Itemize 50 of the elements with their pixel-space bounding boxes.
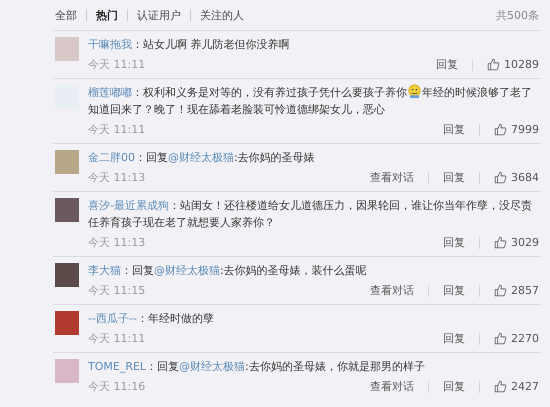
smiley-icon [407,84,422,99]
thumbs-up-icon [494,236,507,249]
view-conversation-link[interactable]: 查看对话 [370,283,414,298]
avatar-placeholder [55,311,79,335]
avatar-placeholder [55,150,79,174]
reply-link[interactable]: 回复 [443,235,465,250]
reply-link[interactable]: 回复 [436,57,458,72]
reply-link[interactable]: 回复 [443,170,465,185]
comment-text: 李大猫：回复@财经太极猫:去你妈的圣母婊，装什么蛋呢 [88,263,368,279]
comment-text: --西瓜子--：年经时做的孽 [88,311,215,327]
avatar-placeholder [55,198,79,222]
avatar-placeholder [55,359,79,383]
reply-link[interactable]: 回复 [443,283,465,298]
like-button[interactable]: 3684 [494,171,539,184]
filter-tab[interactable]: 关注的人 [200,8,244,22]
like-button[interactable]: 7999 [494,123,539,136]
filter-tab[interactable]: 热门 [96,8,118,22]
view-conversation-link[interactable]: 查看对话 [370,379,414,394]
comment-time: 今天 11:11 [88,57,146,72]
like-button[interactable]: 2270 [494,332,539,345]
comment-text: 干嘛拖我：站女儿啊 养儿防老但你没养啊 [88,37,290,53]
comment-text: TOME_REL：回复@财经太极猫:去你妈的圣母婊，你就是那男的样子 [88,359,426,375]
thumbs-up-icon [494,171,507,184]
thumbs-up-icon [494,380,507,393]
comment-text: 喜汐-最近累成狗：站闺女！还往楼道给女儿道德压力，因果轮回，谁让你当年作孽，没尽责任养育孩子现在老了就想要人家养你？ [88,198,533,231]
comment-text: 榴莲嘟嘟：权利和义务是对等的，没有养过孩子凭什么要孩子养你 年经的时候浪够了老了知道回来了？晚了！现在舔着老脸装可怜道德绑架女儿，恶心 [88,84,533,118]
comment-time: 今天 11:16 [88,379,146,394]
filter-tab[interactable]: 全部 [55,8,77,22]
thumbs-up-icon [494,332,507,345]
comment-time: 今天 11:13 [88,235,146,250]
comment-text: 金二胖00：回复@财经太极猫:去你妈的圣母婊 [88,150,316,166]
comment-time: 今天 11:15 [88,283,146,298]
like-button[interactable]: 2857 [494,284,539,297]
like-button[interactable]: 2427 [494,380,539,393]
view-conversation-link[interactable]: 查看对话 [370,170,414,185]
thumbs-up-icon [494,123,507,136]
reply-link[interactable]: 回复 [443,331,465,346]
comment-time: 今天 11:11 [88,122,146,137]
comment-time: 今天 11:11 [88,331,146,346]
avatar-placeholder [55,37,79,61]
comment-count: 共500条 [496,8,539,22]
comment-time: 今天 11:13 [88,170,146,185]
reply-link[interactable]: 回复 [443,122,465,137]
like-button[interactable]: 3029 [494,236,539,249]
thumbs-up-icon [487,58,500,71]
like-button[interactable]: 10289 [487,58,539,71]
thumbs-up-icon [494,284,507,297]
reply-link[interactable]: 回复 [443,379,465,394]
filter-tab[interactable]: 认证用户 [137,8,181,22]
avatar-placeholder [55,263,79,287]
